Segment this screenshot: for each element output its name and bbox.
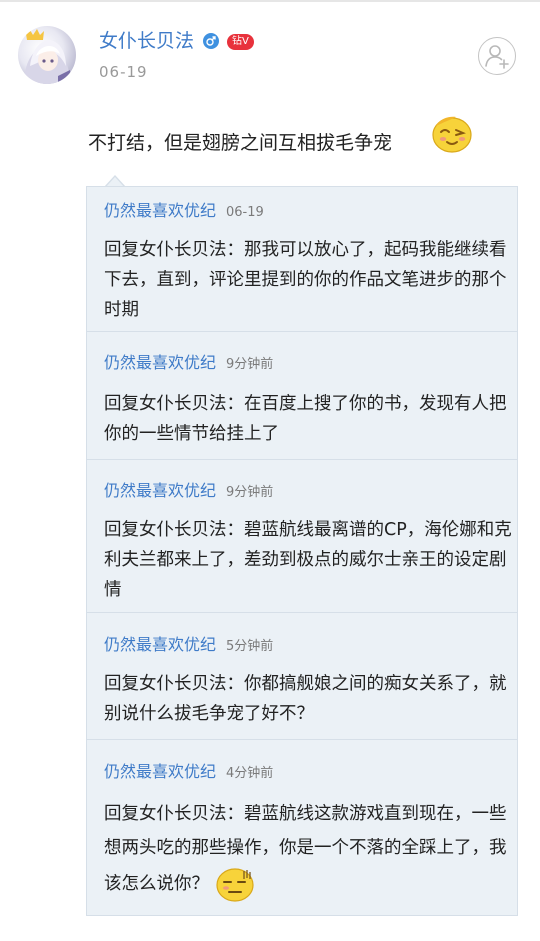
post-content: 不打结，但是翅膀之间互相拔毛争宠: [88, 132, 393, 154]
post-date: 06-19: [99, 63, 148, 81]
reply-meta: 仍然最喜欢优纪 5分钟前: [104, 634, 273, 658]
wink-emoji-icon: [430, 114, 474, 154]
reply-user[interactable]: 仍然最喜欢优纪: [104, 635, 216, 654]
male-icon: [203, 33, 219, 49]
anime-avatar-icon: [24, 29, 72, 84]
reply-item[interactable]: 仍然最喜欢优纪 9分钟前 回复女仆长贝法：在百度上搜了你的书，发现有人把你的一些情…: [87, 332, 517, 460]
reply-user[interactable]: 仍然最喜欢优纪: [104, 481, 216, 500]
reply-time: 9分钟前: [226, 357, 274, 372]
reply-list: 仍然最喜欢优纪 06-19 回复女仆长贝法：那我可以放心了，起码我能继续看下去，直…: [86, 186, 518, 916]
reply-item[interactable]: 仍然最喜欢优纪 4分钟前 回复女仆长贝法：碧蓝航线这款游戏直到现在，一些想两头吃的…: [87, 740, 517, 915]
follow-button[interactable]: [478, 37, 516, 75]
reply-item[interactable]: 仍然最喜欢优纪 9分钟前 回复女仆长贝法：碧蓝航线最离谱的CP，海伦娜和克利夫兰都…: [87, 460, 517, 613]
reply-meta: 仍然最喜欢优纪 4分钟前: [104, 761, 273, 785]
vip-badge: 钻V: [227, 34, 254, 50]
reply-text: 回复女仆长贝法：那我可以放心了，起码我能继续看下去，直到，评论里提到的你的作品文…: [104, 240, 507, 320]
reply-time: 5分钟前: [226, 639, 274, 654]
reply-meta: 仍然最喜欢优纪 9分钟前: [104, 480, 273, 504]
reply-time: 06-19: [226, 205, 264, 220]
avatar[interactable]: [18, 26, 76, 84]
reply-meta: 仍然最喜欢优纪 06-19: [104, 200, 264, 224]
reply-time: 4分钟前: [226, 766, 274, 781]
reply-user[interactable]: 仍然最喜欢优纪: [104, 201, 216, 220]
add-user-icon: [485, 45, 509, 69]
top-divider: [0, 0, 540, 2]
reply-meta: 仍然最喜欢优纪 9分钟前: [104, 352, 273, 376]
reply-item[interactable]: 仍然最喜欢优纪 06-19 回复女仆长贝法：那我可以放心了，起码我能继续看下去，直…: [87, 187, 517, 332]
reply-text: 回复女仆长贝法：你都搞舰娘之间的痴女关系了，就别说什么拔毛争宠了好不？: [104, 674, 507, 724]
reply-text: 回复女仆长贝法：在百度上搜了你的书，发现有人把你的一些情节给挂上了: [104, 394, 507, 444]
reply-user[interactable]: 仍然最喜欢优纪: [104, 762, 216, 781]
reply-text: 回复女仆长贝法：碧蓝航线最离谱的CP，海伦娜和克利夫兰都来上了，差劲到极点的威尔…: [104, 520, 512, 600]
reply-user[interactable]: 仍然最喜欢优纪: [104, 353, 216, 372]
reply-text-content: 回复女仆长贝法：碧蓝航线这款游戏直到现在，一些想两头吃的那些操作，你是一个不落的…: [104, 804, 507, 894]
reply-time: 9分钟前: [226, 485, 274, 500]
reply-item[interactable]: 仍然最喜欢优纪 5分钟前 回复女仆长贝法：你都搞舰娘之间的痴女关系了，就别说什么拔…: [87, 613, 517, 740]
awkward-emoji-icon: [215, 865, 255, 903]
reply-text: 回复女仆长贝法：碧蓝航线这款游戏直到现在，一些想两头吃的那些操作，你是一个不落的…: [104, 797, 512, 903]
author-name[interactable]: 女仆长贝法: [99, 28, 194, 54]
